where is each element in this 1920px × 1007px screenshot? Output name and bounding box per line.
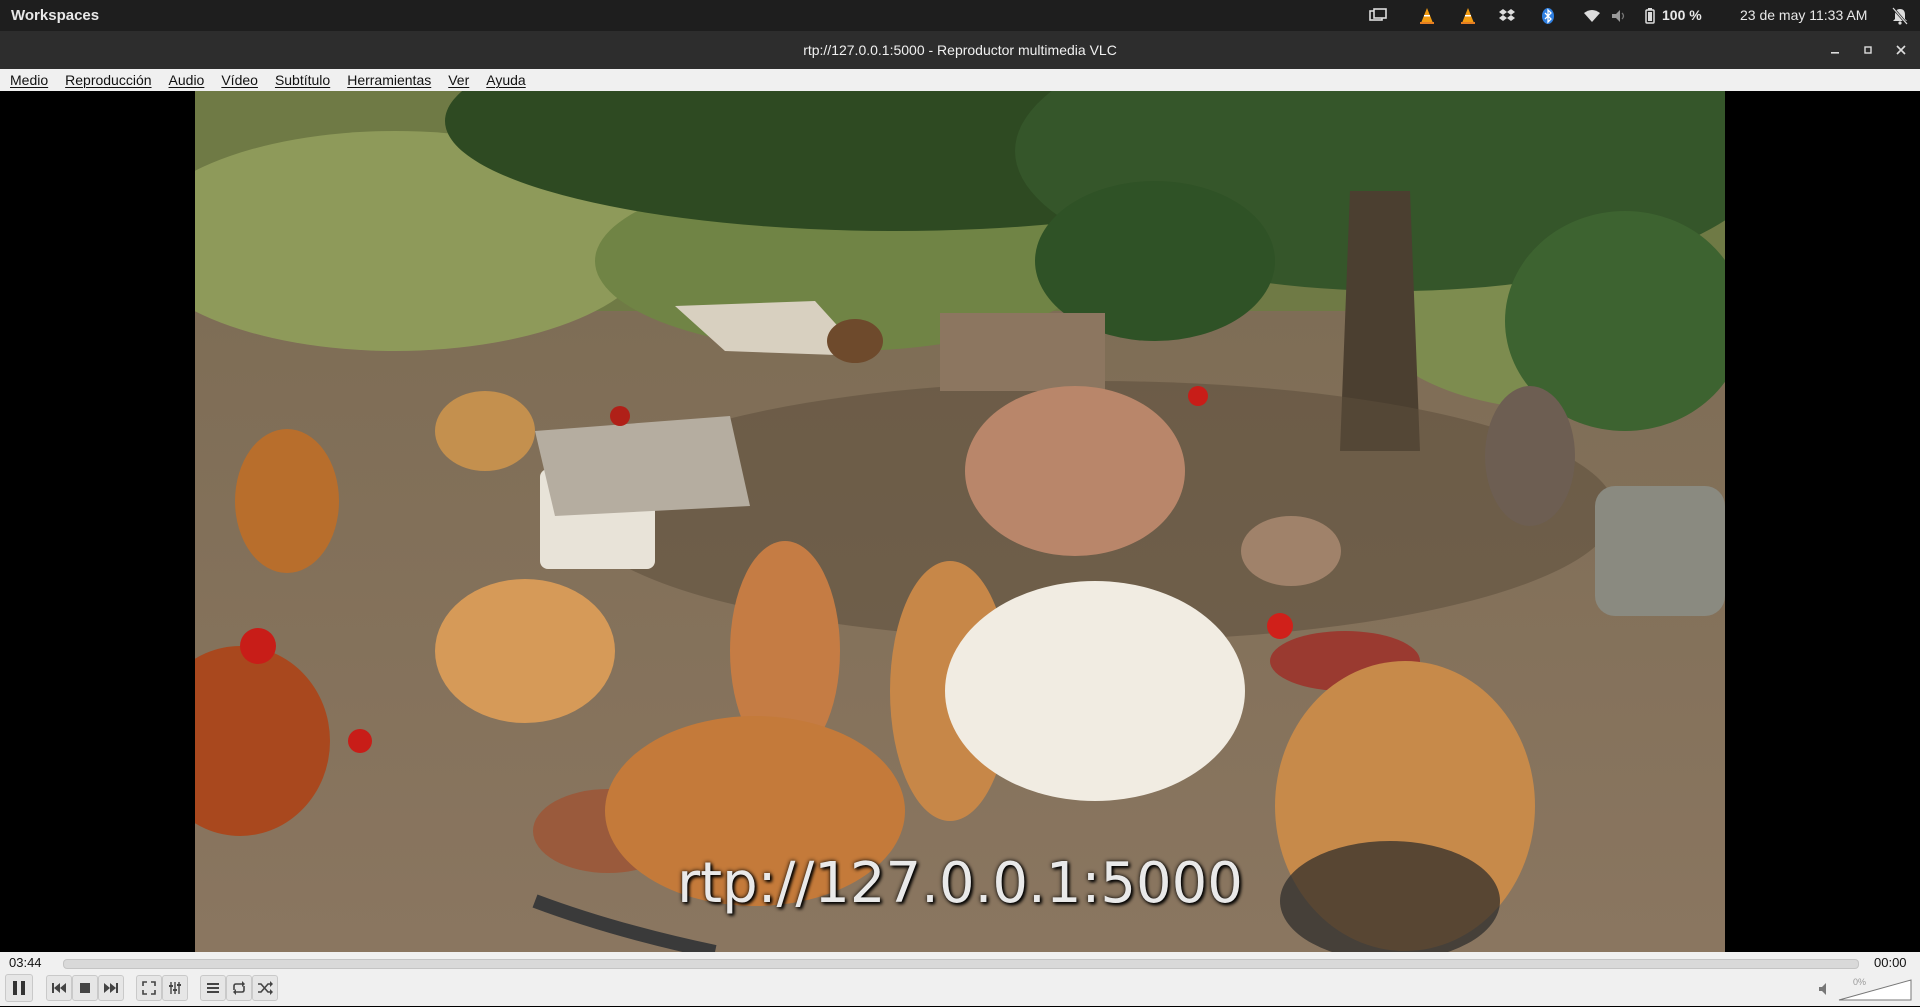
wifi-icon[interactable] <box>1582 6 1602 26</box>
fullscreen-icon <box>142 981 156 995</box>
previous-icon <box>52 983 66 993</box>
maximize-icon[interactable] <box>1858 40 1878 60</box>
stream-url-overlay: rtp://127.0.0.1:5000 <box>677 851 1243 916</box>
equalizer-icon <box>169 982 181 994</box>
video-area[interactable]: rtp://127.0.0.1:5000 <box>0 91 1920 952</box>
stop-icon <box>80 983 90 993</box>
vlc-tray-icon[interactable] <box>1417 6 1437 26</box>
system-panel: Workspaces 100 % 23 de may 11:33 AM <box>0 0 1920 31</box>
video-picture <box>195 91 1725 952</box>
menu-subtitulo[interactable]: Subtítulo <box>265 72 337 88</box>
minimize-icon[interactable] <box>1825 40 1845 60</box>
battery-percentage: 100 % <box>1662 7 1702 23</box>
close-icon[interactable] <box>1891 40 1911 60</box>
playlist-button[interactable] <box>200 975 226 1001</box>
remaining-time[interactable]: 00:00 <box>1874 955 1907 970</box>
menu-medio[interactable]: Medio <box>0 72 55 88</box>
volume-label: 0% <box>1853 977 1867 987</box>
volume-slider[interactable]: 0% <box>1837 977 1913 1002</box>
menu-audio[interactable]: Audio <box>159 72 212 88</box>
playback-controls: 03:44 00:00 0% <box>0 952 1920 1006</box>
battery-icon[interactable] <box>1640 6 1660 26</box>
window-titlebar[interactable]: rtp://127.0.0.1:5000 - Reproductor multi… <box>0 31 1920 69</box>
notifications-icon[interactable] <box>1890 6 1910 26</box>
pause-icon <box>13 981 25 995</box>
menu-bar: Medio Reproducción Audio Vídeo Subtítulo… <box>0 69 1920 91</box>
next-icon <box>104 983 118 993</box>
video-frame[interactable]: rtp://127.0.0.1:5000 <box>195 91 1725 952</box>
dropbox-icon[interactable] <box>1497 6 1517 26</box>
fullscreen-button[interactable] <box>136 975 162 1001</box>
shuffle-icon <box>258 981 273 995</box>
menu-video[interactable]: Vídeo <box>211 72 265 88</box>
menu-ver[interactable]: Ver <box>438 72 476 88</box>
menu-reproduccion[interactable]: Reproducción <box>55 72 158 88</box>
extended-settings-button[interactable] <box>162 975 188 1001</box>
mute-icon[interactable] <box>1818 982 1832 996</box>
window-title: rtp://127.0.0.1:5000 - Reproductor multi… <box>803 42 1117 58</box>
loop-button[interactable] <box>226 975 252 1001</box>
volume-icon[interactable] <box>1609 6 1629 26</box>
loop-icon <box>233 981 245 995</box>
seek-bar[interactable] <box>63 959 1859 969</box>
previous-button[interactable] <box>46 975 72 1001</box>
bluetooth-icon[interactable] <box>1538 6 1558 26</box>
stop-button[interactable] <box>72 975 98 1001</box>
playlist-icon <box>207 983 219 993</box>
monitor-icon[interactable] <box>1368 6 1388 26</box>
next-button[interactable] <box>98 975 124 1001</box>
menu-herramientas[interactable]: Herramientas <box>337 72 438 88</box>
shuffle-button[interactable] <box>252 975 278 1001</box>
elapsed-time[interactable]: 03:44 <box>9 955 42 970</box>
menu-ayuda[interactable]: Ayuda <box>476 72 532 88</box>
workspaces-label[interactable]: Workspaces <box>11 7 99 24</box>
clock[interactable]: 23 de may 11:33 AM <box>1740 7 1867 23</box>
vlc-tray-icon-2[interactable] <box>1458 6 1478 26</box>
pause-button[interactable] <box>5 974 33 1002</box>
